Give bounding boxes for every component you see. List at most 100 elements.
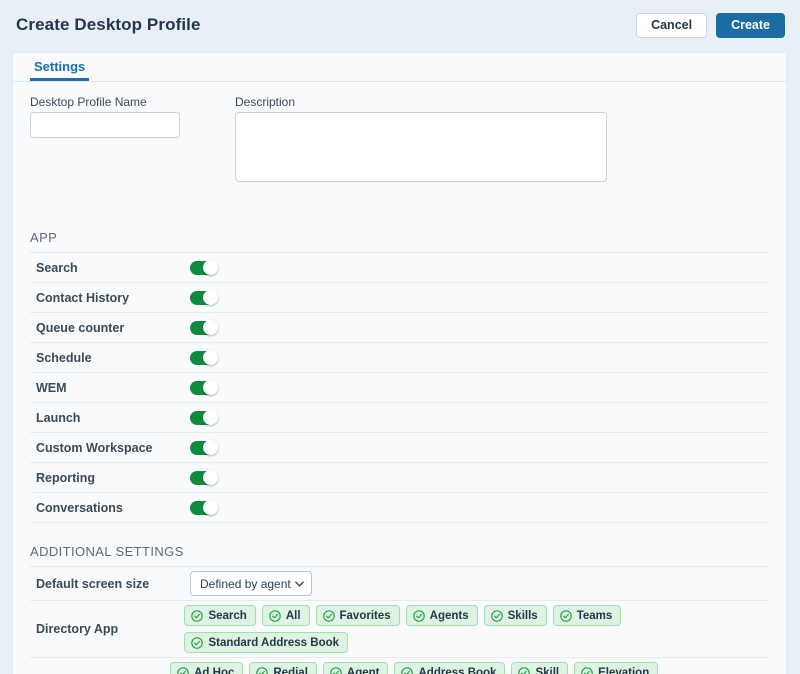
toggle-label: Conversations — [30, 501, 190, 515]
chip-agent[interactable]: Agent — [323, 662, 389, 674]
app-toggle-list: Search Contact History Queue counter Sch… — [30, 253, 769, 523]
chip-label: Favorites — [340, 610, 391, 622]
toggle-knob — [203, 410, 218, 425]
chip-label: Teams — [577, 610, 613, 622]
toggle-row-queue-counter: Queue counter — [30, 313, 769, 343]
outbound-calling-chips: Ad Hoc Redial Agent Address Book Skill E… — [170, 662, 769, 674]
toggle-row-conversations: Conversations — [30, 493, 769, 523]
check-circle-icon — [518, 667, 530, 674]
schedule-toggle[interactable] — [190, 350, 219, 366]
directory-app-chips: Search All Favorites Agents Skills Teams… — [184, 605, 769, 653]
toggle-knob — [203, 350, 218, 365]
toggle-knob — [203, 500, 218, 515]
description-textarea[interactable] — [235, 112, 607, 182]
toggle-label: Custom Workspace — [30, 441, 190, 455]
conversations-toggle[interactable] — [190, 500, 219, 516]
select-value: Defined by agent — [200, 577, 291, 591]
additional-settings-title: ADDITIONAL SETTINGS — [30, 539, 769, 567]
chip-redial[interactable]: Redial — [249, 662, 317, 674]
toggle-label: Contact History — [30, 291, 190, 305]
check-circle-icon — [560, 610, 572, 622]
check-circle-icon — [269, 610, 281, 622]
description-field: Description — [235, 95, 607, 187]
toggle-row-custom-workspace: Custom Workspace — [30, 433, 769, 463]
toggle-label: WEM — [30, 381, 190, 395]
chip-label: Address Book — [418, 667, 496, 674]
page-header: Create Desktop Profile Cancel Create — [0, 0, 800, 50]
app-section-title: APP — [30, 225, 769, 253]
outbound-calling-row: Outbound Calling Ad Hoc Redial Agent Add… — [30, 658, 769, 674]
toggle-row-reporting: Reporting — [30, 463, 769, 493]
profile-name-input[interactable] — [30, 112, 180, 138]
chip-label: Skills — [508, 610, 538, 622]
check-circle-icon — [191, 637, 203, 649]
profile-name-field: Desktop Profile Name — [30, 95, 180, 187]
check-circle-icon — [413, 610, 425, 622]
chip-all[interactable]: All — [262, 605, 310, 626]
toggle-label: Schedule — [30, 351, 190, 365]
chip-favorites[interactable]: Favorites — [316, 605, 400, 626]
toggle-knob — [203, 470, 218, 485]
toggle-row-schedule: Schedule — [30, 343, 769, 373]
check-circle-icon — [191, 610, 203, 622]
chip-address-book[interactable]: Address Book — [394, 662, 505, 674]
toggle-knob — [203, 380, 218, 395]
chip-label: Standard Address Book — [208, 637, 339, 649]
chip-skills[interactable]: Skills — [484, 605, 547, 626]
check-circle-icon — [581, 667, 593, 674]
chip-label: Search — [208, 610, 246, 622]
chip-label: Redial — [273, 667, 308, 674]
default-screen-size-row: Default screen size Defined by agent — [30, 567, 769, 601]
profile-form: Desktop Profile Name Description — [30, 82, 769, 187]
check-circle-icon — [256, 667, 268, 674]
chip-label: Elevation — [598, 667, 649, 674]
toggle-row-wem: WEM — [30, 373, 769, 403]
page-title: Create Desktop Profile — [16, 15, 201, 35]
toggle-knob — [203, 260, 218, 275]
toggle-knob — [203, 290, 218, 305]
default-screen-size-select[interactable]: Defined by agent — [190, 571, 312, 596]
chip-standard-address-book[interactable]: Standard Address Book — [184, 632, 348, 653]
check-circle-icon — [323, 610, 335, 622]
reporting-toggle[interactable] — [190, 470, 219, 486]
check-circle-icon — [330, 667, 342, 674]
check-circle-icon — [401, 667, 413, 674]
chevron-down-icon — [295, 581, 304, 587]
custom-workspace-toggle[interactable] — [190, 440, 219, 456]
toggle-knob — [203, 320, 218, 335]
search-toggle[interactable] — [190, 260, 219, 276]
directory-app-label: Directory App — [30, 622, 184, 636]
toggle-label: Reporting — [30, 471, 190, 485]
chip-agents[interactable]: Agents — [406, 605, 478, 626]
chip-label: Agents — [430, 610, 469, 622]
chip-label: Agent — [347, 667, 380, 674]
wem-toggle[interactable] — [190, 380, 219, 396]
chip-ad-hoc[interactable]: Ad Hoc — [170, 662, 243, 674]
chip-elevation[interactable]: Elevation — [574, 662, 658, 674]
settings-card: Settings Desktop Profile Name Descriptio… — [13, 53, 786, 674]
default-screen-size-label: Default screen size — [30, 577, 190, 591]
toggle-label: Search — [30, 261, 190, 275]
queue-counter-toggle[interactable] — [190, 320, 219, 336]
chip-teams[interactable]: Teams — [553, 605, 622, 626]
launch-toggle[interactable] — [190, 410, 219, 426]
toggle-row-launch: Launch — [30, 403, 769, 433]
toggle-label: Launch — [30, 411, 190, 425]
create-button[interactable]: Create — [716, 13, 785, 38]
toggle-label: Queue counter — [30, 321, 190, 335]
chip-label: Ad Hoc — [194, 667, 234, 674]
directory-app-row: Directory App Search All Favorites Agent… — [30, 601, 769, 658]
contact-history-toggle[interactable] — [190, 290, 219, 306]
chip-skill[interactable]: Skill — [511, 662, 568, 674]
toggle-knob — [203, 440, 218, 455]
toggle-row-search: Search — [30, 253, 769, 283]
chip-search[interactable]: Search — [184, 605, 255, 626]
chip-label: All — [286, 610, 301, 622]
cancel-button[interactable]: Cancel — [636, 13, 707, 38]
profile-name-label: Desktop Profile Name — [30, 95, 180, 109]
description-label: Description — [235, 95, 607, 109]
toggle-row-contact-history: Contact History — [30, 283, 769, 313]
chip-label: Skill — [535, 667, 559, 674]
check-circle-icon — [177, 667, 189, 674]
tab-settings[interactable]: Settings — [30, 53, 89, 81]
